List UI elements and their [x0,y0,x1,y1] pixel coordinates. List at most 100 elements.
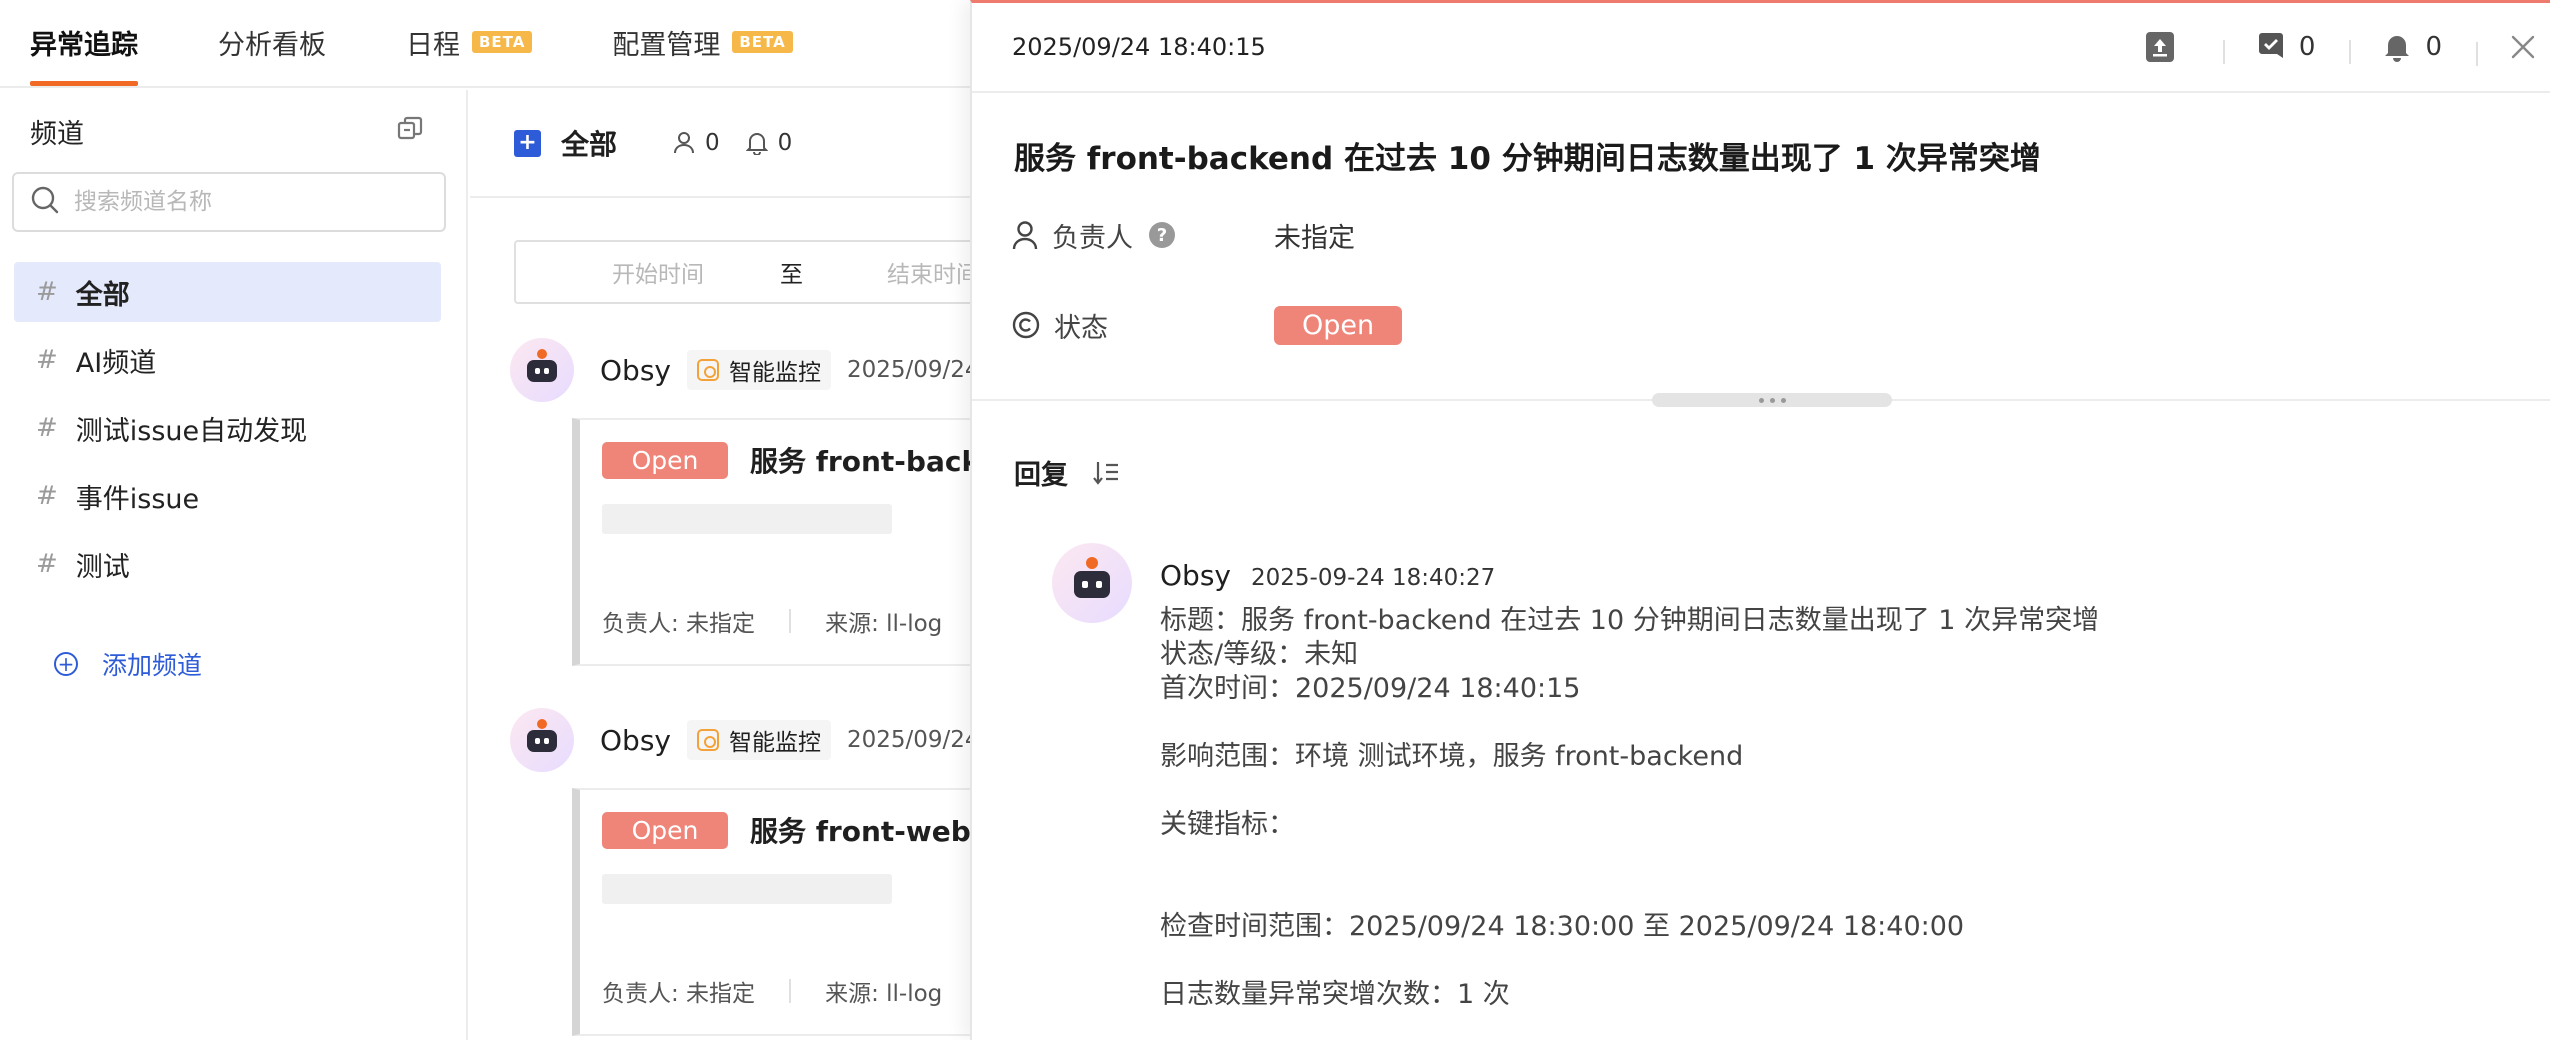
hash-icon: # [36,481,58,511]
sidebar-item-all[interactable]: # 全部 [14,262,441,322]
channel-label: AI频道 [75,347,157,379]
message-line: 日志数量异常突增次数：1 次 [1160,979,1510,1010]
list-header: + 全部 0 0 [470,90,970,198]
end-time-input[interactable]: 结束时间 [887,255,979,289]
message-line: 检查时间范围：2025/09/24 18:30:00 至 2025/09/24 … [1160,911,1965,942]
notify-count-value: 0 [777,130,793,156]
top-nav: 异常追踪 分析看板 日程 BETA 配置管理 BETA [0,0,970,88]
avatar [510,338,574,402]
bell-count-button[interactable]: 0 [2349,32,2476,64]
tag-label: 智能监控 [728,360,821,386]
monitor-icon [696,729,719,751]
hash-icon: # [36,413,58,443]
post-author: Obsy [600,723,671,757]
tab-schedule[interactable]: 日程 BETA [406,0,533,86]
drawer-timestamp: 2025/09/24 18:40:15 [1012,33,1266,61]
post-date: 2025/09/24 [846,727,980,753]
status-circle-icon [1012,311,1040,339]
app-root: 异常追踪 分析看板 日程 BETA 配置管理 BETA 频道 # 全部 # AI频道 #… [0,0,2550,1040]
card-source: 来源: ll-log [825,611,943,637]
drawer-toolbar: 0 0 [2111,2,2550,92]
status-badge: Open [602,441,728,479]
message-text: 标题：服务 front-backend 在过去 10 分钟期间日志数量出现了 1… [1160,604,2452,1012]
content-placeholder [602,874,892,904]
card-source: 来源: ll-log [825,981,943,1007]
channel-list: # 全部 # AI频道 # 测试issue自动发现 # 事件issue # 测试 [0,262,466,594]
tab-anomaly-tracking[interactable]: 异常追踪 [30,0,138,86]
sidebar-item-test-issue-auto[interactable]: # 测试issue自动发现 [14,398,441,458]
meta-divider [789,609,792,633]
add-channel-label: 添加频道 [102,651,203,680]
tab-config-management[interactable]: 配置管理 BETA [612,0,793,86]
check-count-button[interactable]: 0 [2222,32,2350,64]
sort-icon[interactable] [1092,460,1120,486]
message-author: Obsy [1160,559,1231,592]
close-button[interactable] [2476,34,2550,66]
tab-label: 日程 [406,29,460,61]
drawer-header: 2025/09/24 18:40:15 0 0 [972,3,2550,93]
message-line: 首次时间：2025/09/24 18:40:15 [1160,673,1581,704]
channel-search [12,172,446,232]
issue-title: 服务 front-backend 在过去 10 分钟期间日志数量出现了 1 次异… [1014,141,2041,177]
collapse-icon[interactable] [396,115,424,147]
reply-label: 回复 [1014,460,1068,491]
channel-flag-icon: + [514,129,541,157]
start-time-input[interactable]: 开始时间 [612,255,704,289]
post-author: Obsy [600,353,671,387]
checkbox-icon [2258,33,2283,58]
tab-label: 分析看板 [218,29,326,61]
notify-count[interactable]: 0 [745,130,793,156]
message-line: 状态/等级：未知 [1160,639,1359,670]
user-icon [1012,221,1038,250]
resize-handle[interactable] [1652,393,1892,407]
message-line: 关键指标： [1160,809,1295,840]
card-owner: 负责人: 未指定 [602,611,756,637]
close-icon [2511,35,2535,59]
message-time: 2025-09-24 18:40:27 [1250,565,1496,591]
status-badge: Open [602,811,728,849]
sidebar-item-test[interactable]: # 测试 [14,534,441,594]
tag-label: 智能监控 [728,730,821,756]
plus-circle-icon: + [54,652,78,676]
member-count[interactable]: 0 [673,130,720,156]
owner-label-text: 负责人 [1052,222,1133,254]
search-icon [30,185,60,219]
message-line: 标题：服务 front-backend 在过去 10 分钟期间日志数量出现了 1… [1160,605,2100,636]
tab-analysis-dashboard[interactable]: 分析看板 [218,0,326,86]
help-icon[interactable]: ? [1149,222,1175,248]
content-placeholder [602,504,892,534]
user-icon [674,132,695,154]
message-body: Obsy 2025-09-24 18:40:27 标题：服务 front-bac… [1160,559,2452,1012]
channel-label: 全部 [75,279,130,311]
card-title-text: 服务 front-web [750,815,971,848]
bell-icon [745,133,768,155]
status-label: 状态 [1012,306,1274,345]
owner-field: 负责人 ? 未指定 [1012,190,2550,280]
status-badge[interactable]: Open [1274,305,1402,345]
source-tag: 智能监控 [686,350,831,390]
bell-icon [2385,36,2410,62]
sidebar-item-event-issue[interactable]: # 事件issue [14,466,441,526]
channel-search-input[interactable] [74,189,424,215]
channel-sidebar: 频道 # 全部 # AI频道 # 测试issue自动发现 # 事件issue # 测试 +… [0,90,468,1040]
status-label-text: 状态 [1054,312,1108,344]
add-channel-button[interactable]: + 添加频道 [54,646,466,682]
owner-label: 负责人 ? [1012,216,1274,255]
avatar [1052,543,1132,623]
sidebar-header: 频道 [0,90,466,172]
hash-icon: # [36,345,58,375]
meta-divider [789,979,792,1003]
card-owner: 负责人: 未指定 [602,981,756,1007]
sidebar-item-ai[interactable]: # AI频道 [14,330,441,390]
share-button[interactable] [2111,31,2223,63]
source-tag: 智能监控 [686,720,831,760]
status-field: 状态 Open [1012,280,2550,370]
owner-value[interactable]: 未指定 [1274,216,1355,255]
message-line: 影响范围：环境 测试环境，服务 front-backend [1160,741,1744,772]
issue-list: + 全部 0 0 开始时间 至 结束时间 Obsy 智能监控 2025/09/2… [470,90,1074,1040]
sidebar-title: 频道 [30,118,84,150]
